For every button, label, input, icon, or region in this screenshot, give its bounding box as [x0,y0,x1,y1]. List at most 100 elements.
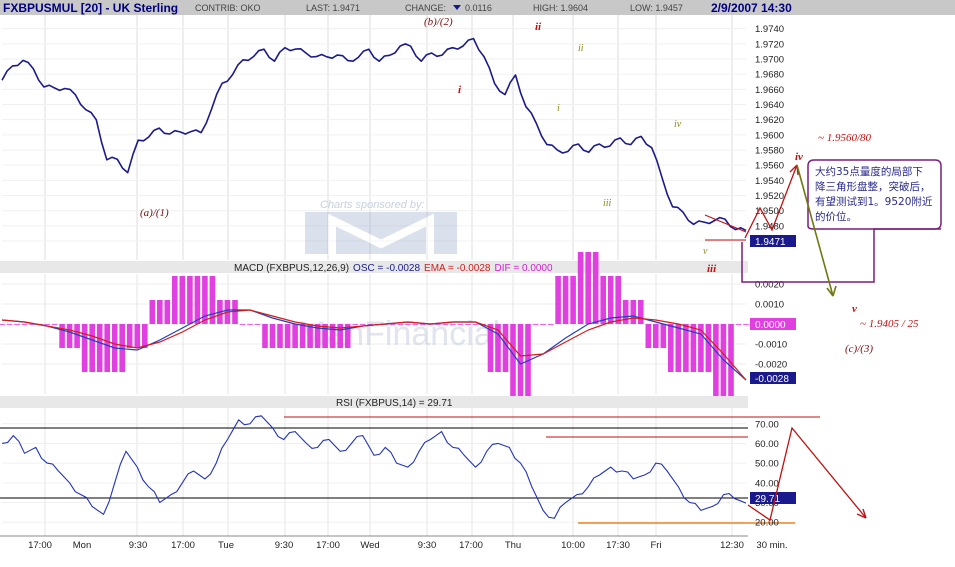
header-contrib: CONTRIB: OKO [195,3,261,13]
macd-hist-bar-29-1 [653,324,659,348]
callout-line-3: 有望测试到1。9520附近 [815,195,933,208]
macd-hist-bar-26-2 [592,252,599,324]
x-tick-label-3: 17:00 [171,540,195,551]
macd-hist-bar-7-1 [157,300,163,324]
macd-hist-bar-20-1 [450,324,456,325]
macd-hist-bar-24-2 [547,324,554,325]
x-tick-label-14: 12:30 [720,540,744,551]
macd-hist-bar-18-0 [397,324,404,325]
macd-hist-bar-27-1 [607,276,614,324]
macd-hist-bar-22-1 [495,324,501,372]
macd-hist-bar-21-0 [465,324,471,325]
macd-y-tick-4: -0.0020 [755,360,787,371]
callout-line-4: 的价位。 [815,210,857,223]
macd-hist-bar-25-2 [570,276,576,324]
macd-hist-bar-16-1 [359,324,366,325]
price-y-tick-9: 1.9560 [755,161,784,172]
macd-hist-bar-13-2 [299,324,306,348]
x-tick-label-4: Tue [218,540,234,551]
macd-hist-bar-19-2 [435,324,441,325]
macd-hist-bar-8-1 [179,276,186,324]
rsi-y-tick-2: 50.00 [755,459,779,470]
macd-hist-bar-18-1 [405,324,411,325]
macd-hist-bar-20-2 [457,324,464,325]
macd-hist-bar-6-1 [134,324,141,348]
macd-hist-bar-31-2 [705,324,712,372]
macd-hist-bar-13-0 [284,324,291,348]
macd-hist-bar-26-1 [585,252,591,324]
watermark-manfinancial: ManFinancial [298,315,500,353]
macd-hist-bar-6-2 [142,324,148,348]
price-y-tick-8: 1.9580 [755,146,784,157]
macd-hist-bar-28-2 [638,300,644,324]
macd-y-tick-3: -0.0010 [755,340,787,351]
macd-hist-bar-5-0 [104,324,110,372]
macd-hist-bar-24-0 [532,324,539,325]
price-y-tick-5: 1.9640 [755,100,784,111]
annotation-b2: (b)/(2) [424,16,453,28]
x-tick-label-13: Fri [650,540,661,551]
macd-hist-bar-28-1 [630,300,637,324]
annotation-red-iii: iii [707,263,717,275]
x-tick-label-12: 17:30 [606,540,630,551]
macd-hist-bar-25-1 [562,276,569,324]
price-y-tick-11: 1.9520 [755,191,784,202]
macd-hist-bar-12-2 [277,324,283,348]
macd-hist-bar-7-0 [149,300,156,324]
x-tick-label-2: 9:30 [129,540,148,551]
price-panel: Charts sponsored by: 1.97401.97201.97001… [0,15,796,260]
annotation-olive-ii: ii [578,43,584,54]
price-y-tick-4: 1.9660 [755,85,784,96]
x-tick-label-5: 9:30 [275,540,294,551]
annotation-c3: (c)/(3) [845,343,873,355]
watermark-logo [305,212,457,254]
annotation-olive-v: v [703,246,708,257]
callout-line-2: 降三角形盘整，突破后， [815,180,931,193]
macd-hist-bar-6-0 [126,324,133,348]
macd-hist-bar-14-2 [322,324,328,348]
chart-root: FXBPUSMUL [20] - UK Sterling CONTRIB: OK… [0,0,955,551]
price-y-tick-13: 1.9480 [755,221,784,232]
macd-hist-bar-8-2 [187,276,193,324]
macd-hist-bar-16-0 [352,324,358,325]
macd-hist-bar-4-1 [89,324,95,372]
macd-hist-bar-11-0 [239,324,246,325]
x-tick-label-7: Wed [360,540,379,551]
macd-osc-badge-text: -0.0028 [755,374,789,385]
price-axis: 1.9740 1.9720 1.9700 1.9680 1.9660 1.9640 1.96… [755,24,784,247]
macd-dif-badge-text: 0.0000 [755,320,786,331]
annotation-red-v: v [852,303,857,315]
macd-hist-bar-13-1 [292,324,298,348]
watermark-sponsor: Charts sponsored by: [320,199,425,211]
macd-hist-bar-3-0 [59,324,65,348]
annotation-red-iv: iv [795,151,803,163]
macd-hist-bar-0-1 [0,324,5,325]
macd-hist-bar-11-1 [247,324,253,325]
macd-hist-bar-19-0 [420,324,426,325]
macd-hist-bar-28-0 [622,300,629,324]
x-tick-label-10: Thu [505,540,521,551]
price-y-tick-2: 1.9700 [755,54,784,65]
header-symbol: FXBPUSMUL [20] - UK Sterling [3,1,178,15]
rsi-y-tick-1: 60.00 [755,439,779,450]
header-change-value: 0.0116 [465,3,492,13]
annotation-olive-iii: iii [603,198,612,209]
macd-hist-bar-24-1 [540,324,546,325]
macd-hist-bar-8-0 [172,276,178,324]
macd-hist-bar-3-1 [66,324,73,348]
x-axis: 17:00 Mon 9:30 17:00 Tue 9:30 17:00 Wed 9:30 17:0… [0,535,788,551]
macd-hist-bar-32-0 [713,324,719,396]
macd-hist-bar-12-1 [269,324,276,348]
macd-hist-bar-26-0 [577,252,584,324]
macd-hist-bar-2-2 [51,324,58,325]
macd-hist-bar-11-2 [254,324,261,325]
price-y-tick-3: 1.9680 [755,70,784,81]
x-tick-label-8: 9:30 [418,540,437,551]
macd-hist-bar-30-1 [675,324,682,372]
rsi-y-tick-0: 70.00 [755,419,779,430]
rsi-panel: RSI (FXBPUS,14) = 29.71 70.00 60.00 50.00 4… [0,396,820,536]
header-change-label: CHANGE: [405,3,446,13]
header-last: LAST: 1.9471 [306,3,360,13]
macd-hist-bar-21-1 [472,324,479,325]
last-price-badge-text: 1.9471 [755,237,786,248]
